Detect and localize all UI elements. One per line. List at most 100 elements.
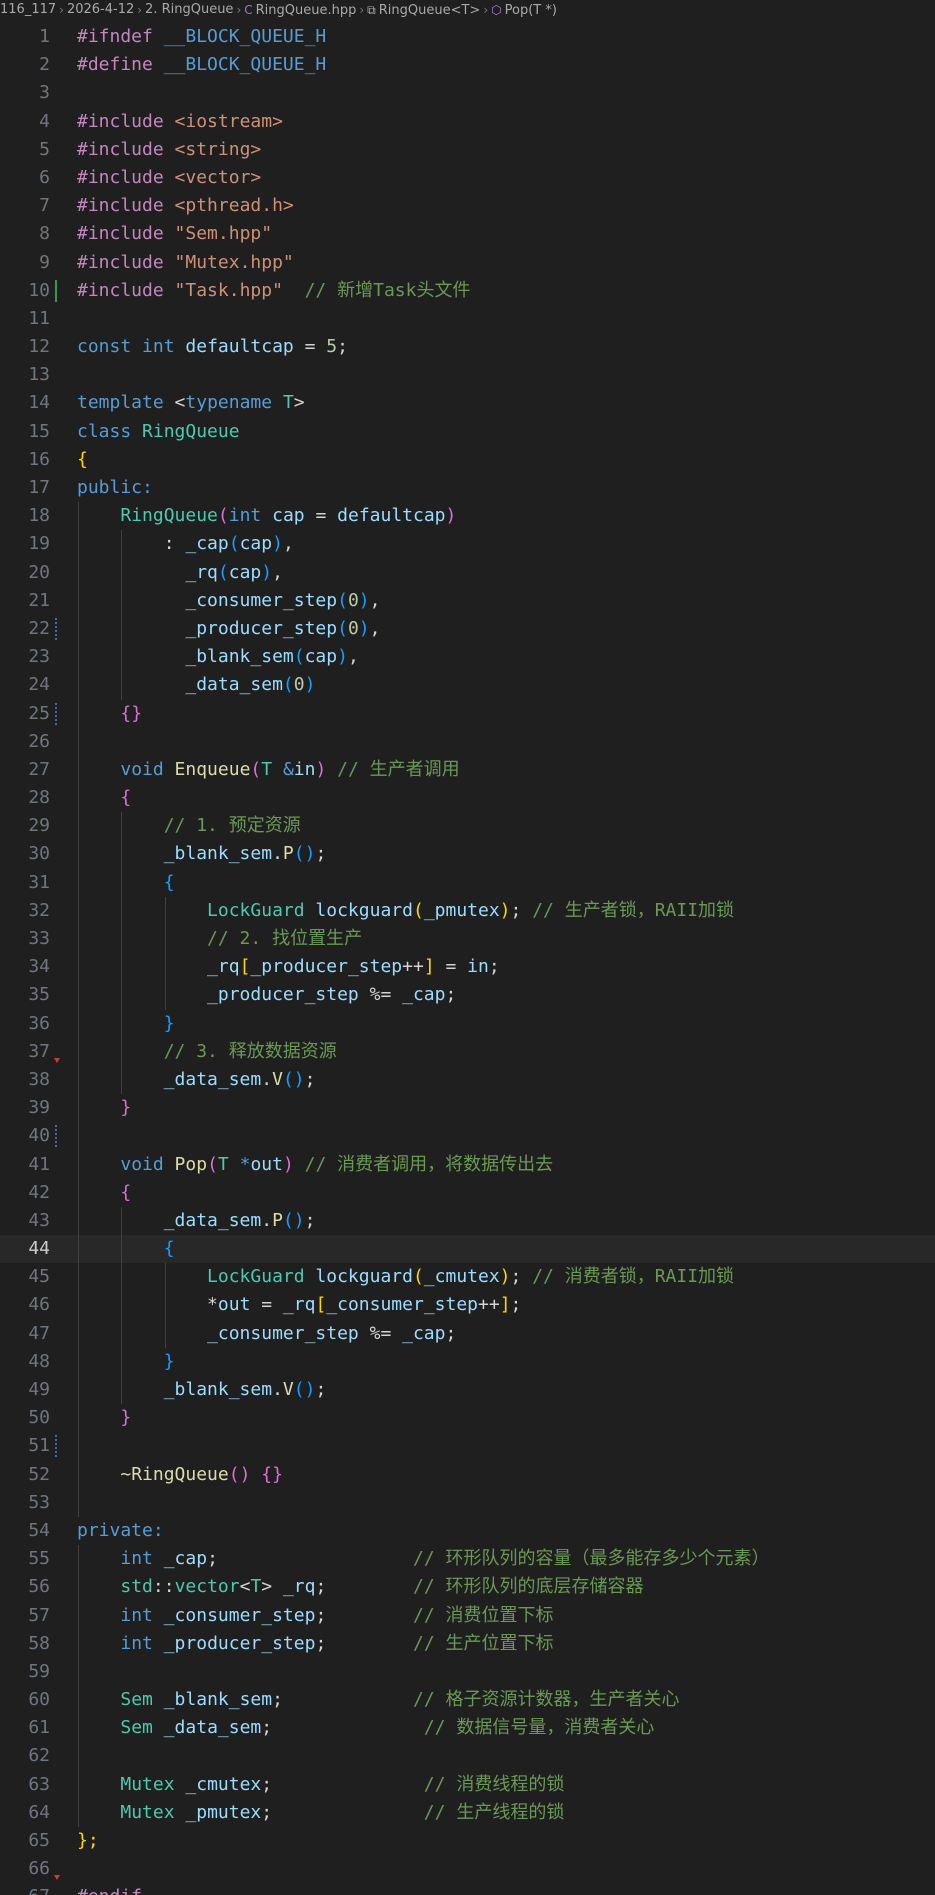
code-text: // 1. 预定资源 xyxy=(77,812,301,840)
code-line[interactable]: 13 xyxy=(0,361,935,389)
code-line[interactable]: 65}; xyxy=(0,1827,935,1855)
line-number: 16 xyxy=(28,448,50,470)
code-line[interactable]: 49 _blank_sem.V(); xyxy=(0,1376,935,1405)
breadcrumb-item[interactable]: 2. RingQueue xyxy=(145,0,233,20)
code-line[interactable]: 40 xyxy=(0,1122,935,1151)
code-line[interactable]: 48 } xyxy=(0,1347,935,1376)
code-line[interactable]: 52 ~RingQueue() {} xyxy=(0,1460,935,1489)
code-line[interactable]: 66 xyxy=(0,1855,935,1883)
code-line[interactable]: 27 void Enqueue(T &in) // 生产者调用 xyxy=(0,755,935,785)
code-line[interactable]: 39 } xyxy=(0,1094,935,1123)
line-number: 25 xyxy=(28,702,50,724)
code-line[interactable]: 19 : _cap(cap), xyxy=(0,530,935,559)
code-line[interactable]: 61 Sem _data_sem; // 数据信号量，消费者关心 xyxy=(0,1714,935,1743)
code-line[interactable]: 11 xyxy=(0,305,935,333)
code-line[interactable]: 32 LockGuard lockguard(_pmutex); // 生产者锁… xyxy=(0,896,935,925)
breadcrumb-item[interactable]: 2026-4-12 xyxy=(67,0,134,20)
code-line[interactable]: 51 xyxy=(0,1432,935,1461)
code-line[interactable]: 33 // 2. 找位置生产 xyxy=(0,925,935,954)
code-token: out xyxy=(217,1294,251,1316)
code-line[interactable]: 42 { xyxy=(0,1178,935,1207)
code-token: lockguard xyxy=(315,899,413,921)
code-token: [ xyxy=(315,1294,327,1316)
code-line[interactable]: 14 template <typename T> xyxy=(0,389,935,417)
code-line[interactable]: 3 xyxy=(0,79,935,107)
code-line[interactable]: 45 LockGuard lockguard(_cmutex); // 消费者锁… xyxy=(0,1263,935,1292)
code-line[interactable]: 63 Mutex _cmutex; // 消费线程的锁 xyxy=(0,1770,935,1799)
code-line[interactable]: 22 _producer_step(0), xyxy=(0,614,935,644)
code-line[interactable]: 67 #endif xyxy=(0,1883,935,1895)
code-line[interactable]: 17 public: xyxy=(0,474,935,502)
code-line[interactable]: 44 { xyxy=(0,1235,935,1264)
code-line[interactable]: 54 private: xyxy=(0,1517,935,1545)
code-line[interactable]: 30 _blank_sem.P(); xyxy=(0,840,935,869)
code-line[interactable]: 36 } xyxy=(0,1009,935,1038)
gutter-change-marker[interactable] xyxy=(54,1057,60,1063)
code-line[interactable]: 50 } xyxy=(0,1404,935,1433)
code-line[interactable]: 26 xyxy=(0,727,935,756)
code-text: { xyxy=(77,869,175,897)
code-line[interactable]: 62 xyxy=(0,1742,935,1771)
code-line[interactable]: 59 xyxy=(0,1657,935,1687)
code-line[interactable]: 35 _producer_step %= _cap; xyxy=(0,981,935,1010)
code-line[interactable]: 10 #include "Task.hpp" // 新增Task头文件 xyxy=(0,277,935,305)
code-line[interactable]: 9 #include "Mutex.hpp" xyxy=(0,249,935,277)
code-line[interactable]: 23 _blank_sem(cap), xyxy=(0,643,935,672)
breadcrumb-item[interactable]: ⧉ RingQueue<T> xyxy=(367,0,480,20)
code-line[interactable]: 8 #include "Sem.hpp" xyxy=(0,220,935,248)
code-line[interactable]: 5 #include <string> xyxy=(0,136,935,164)
code-line[interactable]: 12 const int defaultcap = 5; xyxy=(0,333,935,361)
code-line[interactable]: 56 std::vector<T> _rq; // 环形队列的底层存储容器 xyxy=(0,1573,935,1602)
code-token: ( xyxy=(337,617,348,639)
code-line[interactable]: 60 Sem _blank_sem; // 格子资源计数器，生产者关心 xyxy=(0,1686,935,1715)
code-token: , xyxy=(369,617,381,639)
code-line[interactable]: 28 { xyxy=(0,784,935,813)
code-line[interactable]: 53 xyxy=(0,1488,935,1517)
code-line[interactable]: 58 int _producer_step; // 生产位置下标 xyxy=(0,1629,935,1658)
code-line[interactable]: 37 // 3. 释放数据资源 xyxy=(0,1037,935,1066)
code-line[interactable]: 34 _rq[_producer_step++] = in; xyxy=(0,953,935,982)
code-line[interactable]: 18 RingQueue(int cap = defaultcap) xyxy=(0,502,935,531)
gutter-change-marker[interactable] xyxy=(55,1125,57,1148)
code-line[interactable]: 4 #include <iostream> xyxy=(0,108,935,136)
code-line[interactable]: 41 void Pop(T *out) // 消费者调用，将数据传出去 xyxy=(0,1150,935,1179)
code-token: {} xyxy=(120,702,143,724)
code-line[interactable]: 38 _data_sem.V(); xyxy=(0,1065,935,1095)
code-line[interactable]: 57 int _consumer_step; // 消费位置下标 xyxy=(0,1601,935,1630)
code-line[interactable]: 25 {} xyxy=(0,699,935,728)
code-line[interactable]: 29 // 1. 预定资源 xyxy=(0,812,935,841)
code-line[interactable]: 16 { xyxy=(0,446,935,474)
gutter-change-marker[interactable] xyxy=(55,617,57,640)
code-token: T xyxy=(250,1576,262,1598)
code-line[interactable]: 7 #include <pthread.h> xyxy=(0,192,935,220)
breadcrumb-item[interactable]: ⬡ Pop(T *) xyxy=(491,0,557,20)
code-line[interactable]: 43 _data_sem.P(); xyxy=(0,1206,935,1236)
code-line[interactable]: 46 *out = _rq[_consumer_step++]; xyxy=(0,1291,935,1320)
code-line[interactable]: 15 class RingQueue xyxy=(0,418,935,446)
code-line[interactable]: 31 { xyxy=(0,868,935,897)
code-token: LockGuard xyxy=(207,899,316,921)
code-line[interactable]: 1 #ifndef __BLOCK_QUEUE_H xyxy=(0,23,935,51)
code-line[interactable]: 64 Mutex _pmutex; // 生产线程的锁 xyxy=(0,1798,935,1827)
code-text: #include <vector> xyxy=(77,164,261,192)
gutter-change-marker[interactable] xyxy=(54,1875,60,1881)
code-line[interactable]: 55 int _cap; // 环形队列的容量（最多能存多少个元素） xyxy=(0,1545,935,1574)
code-line[interactable]: 24 _data_sem(0) xyxy=(0,671,935,700)
breadcrumb-item[interactable]: 116_117 xyxy=(0,0,56,20)
line-number: 22 xyxy=(28,617,50,639)
code-token: ) xyxy=(261,561,273,583)
code-line[interactable]: 2 #define __BLOCK_QUEUE_H xyxy=(0,51,935,79)
breadcrumb-item[interactable]: C RingQueue.hpp xyxy=(244,0,356,20)
code-text: : _cap(cap), xyxy=(77,530,294,558)
code-editor[interactable]: 116_117 › 2026-4-12 › 2. RingQueue › C RingQueu… xyxy=(0,0,935,1895)
code-line[interactable]: 47 _consumer_step %= _cap; xyxy=(0,1319,935,1348)
code-line[interactable]: 6 #include <vector> xyxy=(0,164,935,192)
code-line[interactable]: 20 _rq(cap), xyxy=(0,558,935,587)
gutter-change-marker[interactable] xyxy=(55,1435,57,1458)
code-area[interactable]: 1 #ifndef __BLOCK_QUEUE_H 2 #define __BLOCK… xyxy=(0,23,935,1895)
code-token: // 消费者锁，RAII加锁 xyxy=(521,1266,735,1288)
code-line[interactable]: 21 _consumer_step(0), xyxy=(0,586,935,615)
gutter-change-marker[interactable] xyxy=(55,279,57,302)
gutter-change-marker[interactable] xyxy=(55,702,57,725)
